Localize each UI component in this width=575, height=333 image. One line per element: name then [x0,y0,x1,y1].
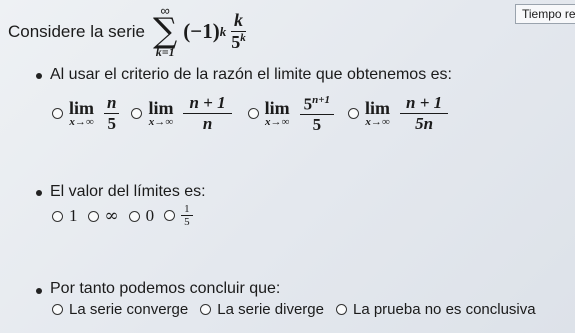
ratio-den-1: 5 [107,114,116,134]
limit-frac-den: 5 [184,216,190,229]
radio-ratio-1[interactable] [52,108,63,120]
bullet-3 [36,288,42,294]
radio-limit-2[interactable] [87,210,99,222]
term-base: (−1) [183,19,220,44]
ratio-den-3: 5 [312,114,322,134]
sum-lower: k=1 [155,45,175,60]
radio-limit-4[interactable] [164,210,176,222]
lim-sub-1: x→∞ [69,116,94,129]
ratio-frac-3: 5n+1 5 [299,93,335,135]
limit-frac-num: 1 [181,203,193,217]
limit-option-2[interactable]: ∞ [87,206,119,226]
ratio-num-3-exp: n+1 [312,93,331,106]
ratio-num-2: n + 1 [183,94,232,115]
limit-option-3[interactable]: 0 [128,206,155,226]
limit-option-4[interactable]: 1 5 [164,203,193,229]
lim-word-1: lim [69,98,94,119]
ratio-frac-4: n + 1 5n [400,94,449,134]
question-line: Considere la serie ∞ ∑ k=1 (−1) k k 5k [8,2,249,62]
sum-symbol: ∞ ∑ k=1 [153,4,177,59]
series-frac-den: 5k [228,32,249,53]
sigma-icon: ∑ [153,11,178,52]
radio-limit-3[interactable] [128,210,140,222]
ratio-option-2[interactable]: lim x→∞ n + 1 n [131,94,232,134]
conclusion-options: La serie converge La serie diverge La pr… [52,299,536,319]
limit-option-1-label: 1 [69,206,78,225]
lim-word-2: lim [148,98,174,119]
section1-heading: Al usar el criterio de la razón el limit… [50,66,452,83]
ratio-frac-1: n 5 [104,94,120,134]
radio-ratio-4[interactable] [348,108,360,120]
series-den-base: 5 [231,32,241,53]
limit-value-options: 1 ∞ 0 1 5 [52,201,193,231]
radio-ratio-3[interactable] [247,108,259,120]
lim-1: lim x→∞ [69,99,94,128]
conclusion-option-3[interactable]: La prueba no es conclusiva [335,300,536,318]
series-term: (−1) k k 5k [183,10,249,53]
conclusion-option-3-label: La prueba no es conclusiva [352,300,536,318]
ratio-options: lim x→∞ n 5 lim x→∞ n + 1 n lim x→∞ 5n+1 [52,90,449,138]
lim-2: lim x→∞ [148,99,173,128]
ratio-num-3-base: 5 [303,94,313,114]
question-prompt: Considere la serie [8,22,146,41]
series-frac-num: k [231,10,246,33]
limit-option-3-label: 0 [145,206,155,225]
section2-heading: El valor del límites es: [50,183,206,200]
ratio-den-4: 5n [415,114,434,134]
lim-word-4: lim [365,98,391,119]
lim-sub-2: x→∞ [148,116,174,129]
radio-conclusion-3[interactable] [335,303,347,315]
limit-option-1[interactable]: 1 [52,206,78,226]
ratio-num-3: 5n+1 [299,93,335,115]
section3-heading: Por tanto podemos concluir que: [50,280,281,297]
lim-sub-3: x→∞ [264,116,290,129]
radio-conclusion-2[interactable] [200,303,212,315]
ratio-num-1: n [104,94,120,115]
radio-conclusion-1[interactable] [52,303,63,315]
ratio-option-1[interactable]: lim x→∞ n 5 [52,94,120,134]
ratio-frac-2: n + 1 n [183,94,232,134]
conclusion-option-2[interactable]: La serie diverge [200,301,324,318]
radio-limit-1[interactable] [52,210,63,222]
timer-label: Tiempo re [522,7,575,21]
term-exp: k [219,23,227,39]
bullet-1 [36,73,42,79]
lim-sub-4: x→∞ [365,116,390,129]
bullet-2 [36,190,42,196]
ratio-num-4: n + 1 [400,94,449,115]
conclusion-option-1[interactable]: La serie converge [52,301,188,318]
lim-4: lim x→∞ [365,99,390,128]
conclusion-option-2-label: La serie diverge [217,300,324,318]
radio-ratio-2[interactable] [131,108,143,120]
lim-3: lim x→∞ [265,99,290,128]
limit-frac: 1 5 [181,203,193,229]
limit-option-2-label: ∞ [104,206,119,226]
lim-word-3: lim [264,98,290,119]
conclusion-option-1-label: La serie converge [69,300,189,318]
series-fraction: k 5k [228,10,249,53]
ratio-option-3[interactable]: lim x→∞ 5n+1 5 [247,93,335,135]
series-den-exp: k [240,32,246,45]
timer-box: Tiempo re [515,4,575,24]
ratio-den-2: n [202,114,213,134]
ratio-option-4[interactable]: lim x→∞ n + 1 5n [348,94,449,134]
